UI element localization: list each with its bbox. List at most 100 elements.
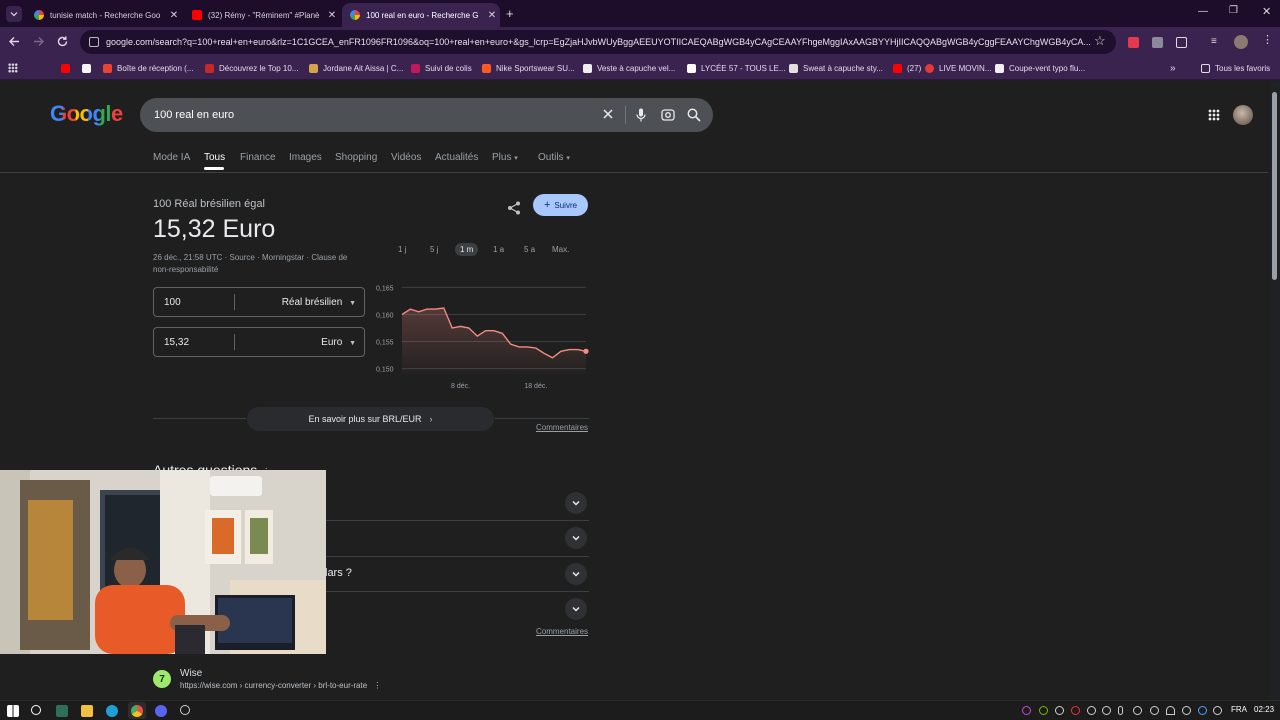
tab-images[interactable]: Images: [289, 152, 322, 163]
range-1m[interactable]: 1 m: [455, 243, 479, 256]
tab-2[interactable]: (32) Rémy - "Réminem" #Planè ✕: [184, 3, 340, 27]
from-currency-select[interactable]: Réal brésilien ▼: [235, 297, 364, 308]
feedback-link[interactable]: Commentaires: [536, 423, 588, 432]
range-5d[interactable]: 5 j: [425, 243, 443, 256]
tab-finance[interactable]: Finance: [240, 152, 276, 163]
tray-icon[interactable]: [1213, 706, 1222, 715]
tray-icon[interactable]: [1182, 706, 1191, 715]
tray-icon[interactable]: [1071, 706, 1080, 715]
tab-3-active[interactable]: 100 real en euro - Recherche G ✕: [342, 3, 500, 27]
bookmark-shortcut[interactable]: [82, 62, 96, 75]
tab-1[interactable]: tunisie match - Recherche Goo ✕: [26, 3, 182, 27]
tab-shopping[interactable]: Shopping: [335, 152, 377, 163]
to-amount-input[interactable]: 15,32: [154, 337, 234, 348]
language-indicator[interactable]: FRA: [1231, 705, 1247, 714]
tab-news[interactable]: Actualités: [435, 152, 478, 163]
account-avatar[interactable]: [1233, 105, 1253, 125]
to-currency-select[interactable]: Euro ▼: [235, 337, 364, 348]
extension-icon[interactable]: [1128, 37, 1139, 48]
extension-icon[interactable]: [1152, 37, 1163, 48]
calendar-app-icon[interactable]: [56, 705, 68, 717]
new-tab-button[interactable]: +: [506, 6, 514, 21]
share-button[interactable]: [507, 201, 521, 215]
all-bookmarks[interactable]: Tous les favoris: [1201, 62, 1270, 75]
bookmark-item[interactable]: Coupe-vent typo flu...: [995, 62, 1085, 75]
result-site-name[interactable]: Wise: [180, 668, 202, 679]
tray-icon[interactable]: [1150, 706, 1159, 715]
paa-question[interactable]: lars ?: [325, 567, 352, 579]
window-close-button[interactable]: ✕: [1262, 5, 1271, 18]
range-5y[interactable]: 5 a: [519, 243, 540, 256]
meta-source-link[interactable]: Source: [229, 253, 254, 262]
extensions-puzzle-icon[interactable]: [1176, 37, 1187, 48]
voice-search-button[interactable]: [636, 108, 646, 122]
bookmark-item[interactable]: Veste à capuche vel...: [583, 62, 675, 75]
forward-button[interactable]: [32, 35, 45, 48]
tray-icon[interactable]: [1055, 706, 1064, 715]
close-icon[interactable]: ✕: [484, 10, 500, 21]
paa-expand-button[interactable]: [565, 492, 587, 514]
paa-feedback-link[interactable]: Commentaires: [536, 627, 588, 636]
media-controls-icon[interactable]: ≡: [1211, 36, 1217, 47]
address-bar[interactable]: google.com/search?q=100+real+en+euro&rlz…: [80, 30, 1116, 54]
minimize-button[interactable]: —: [1198, 6, 1208, 17]
bluetooth-icon[interactable]: [1198, 706, 1207, 715]
file-explorer-icon[interactable]: [81, 705, 93, 717]
chrome-menu-icon[interactable]: ⋮: [1262, 33, 1273, 46]
tray-icon[interactable]: [1087, 706, 1096, 715]
scrollbar-thumb[interactable]: [1272, 92, 1277, 280]
bookmark-star-button[interactable]: ☆: [1094, 33, 1106, 49]
discord-icon[interactable]: [155, 705, 167, 717]
more-bookmarks-button[interactable]: »: [1170, 62, 1176, 75]
google-logo[interactable]: Google: [50, 101, 123, 127]
profile-avatar[interactable]: [1234, 35, 1248, 49]
back-button[interactable]: [8, 35, 21, 48]
from-amount-input[interactable]: 100: [154, 297, 234, 308]
site-info-icon[interactable]: [89, 37, 99, 47]
bookmark-item[interactable]: Découvrez le Top 10...: [205, 62, 298, 75]
paa-expand-button[interactable]: [565, 527, 587, 549]
bookmark-youtube-icon[interactable]: [61, 62, 75, 75]
tab-more[interactable]: Plus ▾: [492, 152, 518, 163]
bookmark-item[interactable]: (27): [893, 62, 921, 75]
search-icon[interactable]: [31, 705, 41, 715]
learn-more-button[interactable]: En savoir plus sur BRL/EUR ›: [247, 407, 494, 431]
search-box[interactable]: 100 real en euro: [140, 98, 713, 132]
search-input[interactable]: 100 real en euro: [154, 109, 234, 121]
tray-icon[interactable]: [1039, 706, 1048, 715]
paa-expand-button[interactable]: [565, 563, 587, 585]
tab-videos[interactable]: Vidéos: [391, 152, 421, 163]
app-icon[interactable]: [180, 705, 190, 715]
tray-icon[interactable]: [1022, 706, 1031, 715]
more-vert-icon[interactable]: ⋮: [373, 681, 381, 690]
apps-grid-icon[interactable]: [8, 63, 18, 73]
clock[interactable]: 02:23: [1254, 705, 1274, 714]
bookmark-item[interactable]: LYCÉE 57 - TOUS LE...: [687, 62, 785, 75]
bookmark-item[interactable]: Nike Sportswear SU...: [482, 62, 575, 75]
lens-search-button[interactable]: [661, 108, 675, 122]
clear-search-button[interactable]: [602, 108, 614, 120]
tab-mode-ia[interactable]: Mode IA: [153, 152, 190, 163]
search-button[interactable]: [687, 108, 701, 122]
microphone-tray-icon[interactable]: [1118, 706, 1123, 715]
tab-search-button[interactable]: [6, 6, 22, 22]
result-url[interactable]: https://wise.com › currency-converter › …: [180, 681, 381, 690]
close-icon[interactable]: ✕: [324, 10, 340, 21]
range-1d[interactable]: 1 j: [393, 243, 411, 256]
google-apps-icon[interactable]: [1208, 109, 1220, 121]
close-icon[interactable]: ✕: [166, 10, 182, 21]
exchange-rate-chart[interactable]: 0,165 0,160 0,155 0,150 8 déc. 18 déc.: [370, 274, 590, 392]
bookmark-item[interactable]: LIVE MOVIN...: [925, 62, 991, 75]
tray-icon[interactable]: [1133, 706, 1142, 715]
bookmark-item[interactable]: Boîte de réception (...: [103, 62, 194, 75]
reload-button[interactable]: [56, 35, 69, 48]
tab-tools[interactable]: Outils ▾: [538, 152, 570, 163]
follow-button[interactable]: + Suivre: [533, 194, 588, 216]
bookmark-item[interactable]: Sweat à capuche sty...: [789, 62, 883, 75]
tray-icon[interactable]: [1102, 706, 1111, 715]
bookmark-item[interactable]: Suivi de colis: [411, 62, 472, 75]
restore-button[interactable]: ❐: [1229, 5, 1238, 16]
wifi-icon[interactable]: [1166, 706, 1175, 715]
edge-icon[interactable]: [106, 705, 118, 717]
bookmark-item[interactable]: Jordane Ait Aissa | C...: [309, 62, 403, 75]
